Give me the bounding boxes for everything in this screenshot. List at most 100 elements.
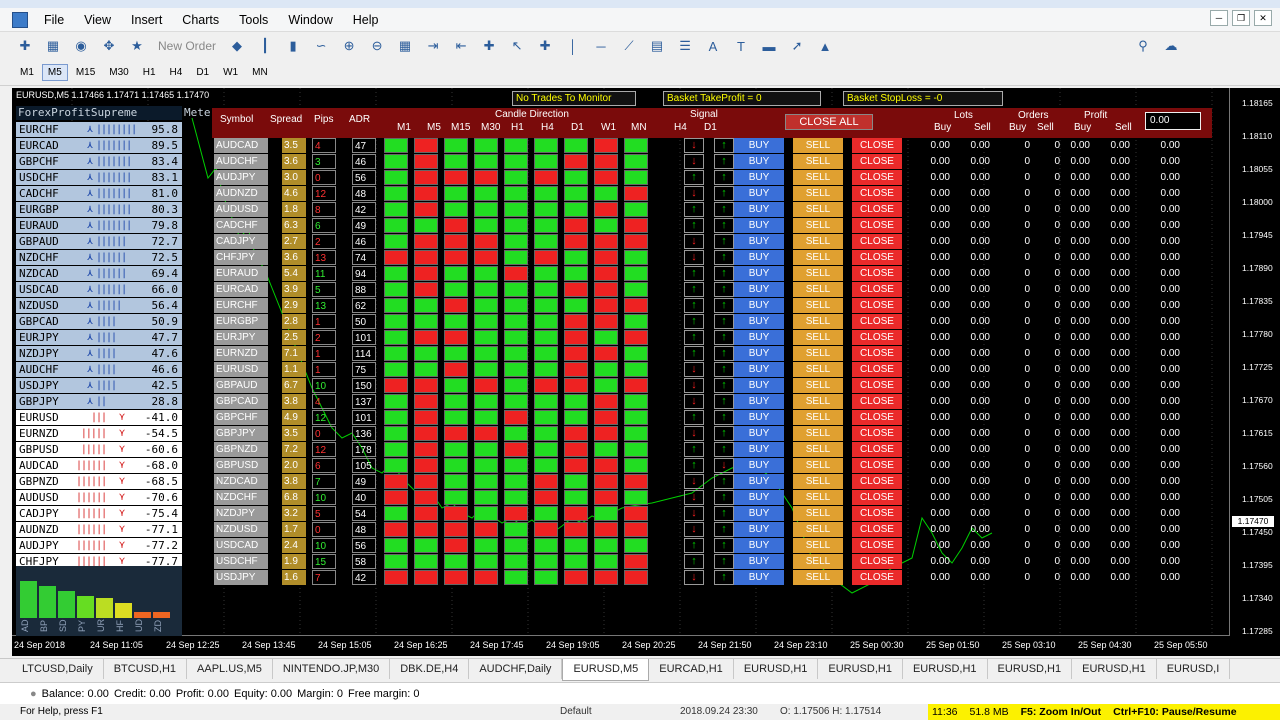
menu-view[interactable]: View [74, 13, 121, 27]
sell-button[interactable]: SELL [793, 266, 843, 281]
chart-tab[interactable]: EURCAD,H1 [649, 659, 734, 679]
row-symbol[interactable]: USDCHF [214, 554, 268, 569]
close-button[interactable]: CLOSE [852, 266, 902, 281]
trendline-icon[interactable]: ⟋ [618, 35, 640, 57]
close-button[interactable]: CLOSE [852, 474, 902, 489]
close-button[interactable]: CLOSE [852, 554, 902, 569]
tf-mn[interactable]: MN [246, 64, 274, 81]
sell-button[interactable]: SELL [793, 346, 843, 361]
sell-button[interactable]: SELL [793, 234, 843, 249]
row-symbol[interactable]: GBPJPY [214, 426, 268, 441]
triangle-icon[interactable]: ▲ [814, 35, 836, 57]
buy-button[interactable]: BUY [734, 266, 784, 281]
buy-button[interactable]: BUY [734, 250, 784, 265]
bar-chart-icon[interactable]: ┃ [254, 35, 276, 57]
close-button[interactable]: CLOSE [852, 330, 902, 345]
buy-button[interactable]: BUY [734, 506, 784, 521]
close-button[interactable]: CLOSE [852, 394, 902, 409]
sell-button[interactable]: SELL [793, 442, 843, 457]
community-icon[interactable]: ☁ [1160, 35, 1182, 57]
close-button[interactable]: CLOSE [852, 426, 902, 441]
sell-button[interactable]: SELL [793, 314, 843, 329]
row-symbol[interactable]: GBPNZD [214, 442, 268, 457]
buy-button[interactable]: BUY [734, 282, 784, 297]
sell-button[interactable]: SELL [793, 138, 843, 153]
chart-tab[interactable]: DBK.DE,H4 [390, 659, 470, 679]
close-button[interactable]: CLOSE [852, 250, 902, 265]
zoom-out-icon[interactable]: ⊖ [366, 35, 388, 57]
row-symbol[interactable]: GBPAUD [214, 378, 268, 393]
row-symbol[interactable]: EURNZD [214, 346, 268, 361]
buy-button[interactable]: BUY [734, 298, 784, 313]
row-symbol[interactable]: CADJPY [214, 234, 268, 249]
buy-button[interactable]: BUY [734, 538, 784, 553]
row-symbol[interactable]: EURGBP [214, 314, 268, 329]
close-button[interactable]: CLOSE [852, 506, 902, 521]
close-button[interactable]: CLOSE [852, 490, 902, 505]
row-symbol[interactable]: USDCAD [214, 538, 268, 553]
menu-insert[interactable]: Insert [121, 13, 172, 27]
row-symbol[interactable]: EURJPY [214, 330, 268, 345]
price-axis[interactable]: 1.18165 1.18110 1.18055 1.18000 1.17945 1.178… [1232, 88, 1280, 656]
chart-tab[interactable]: NINTENDO.JP,M30 [273, 659, 391, 679]
sell-button[interactable]: SELL [793, 426, 843, 441]
chart-tab[interactable]: EURUSD,I [1157, 659, 1231, 679]
buy-button[interactable]: BUY [734, 218, 784, 233]
menu-charts[interactable]: Charts [172, 13, 229, 27]
row-symbol[interactable]: AUDUSD [214, 202, 268, 217]
horizontal-line-icon[interactable]: ─ [590, 35, 612, 57]
tf-m30[interactable]: M30 [103, 64, 134, 81]
sell-button[interactable]: SELL [793, 570, 843, 585]
lot-size-input[interactable]: 0.00 [1145, 112, 1201, 130]
row-symbol[interactable]: AUDCHF [214, 154, 268, 169]
close-button[interactable]: CLOSE [852, 362, 902, 377]
buy-button[interactable]: BUY [734, 378, 784, 393]
navigator-icon[interactable]: ✥ [98, 35, 120, 57]
buy-button[interactable]: BUY [734, 170, 784, 185]
close-button[interactable]: CLOSE [852, 138, 902, 153]
sell-button[interactable]: SELL [793, 394, 843, 409]
sell-button[interactable]: SELL [793, 522, 843, 537]
new-order-button[interactable]: New Order [154, 39, 220, 53]
menu-window[interactable]: Window [278, 13, 342, 27]
sell-button[interactable]: SELL [793, 330, 843, 345]
fibonacci-icon[interactable]: ☰ [674, 35, 696, 57]
close-button[interactable]: CLOSE [852, 234, 902, 249]
channel-icon[interactable]: ▤ [646, 35, 668, 57]
tf-m15[interactable]: M15 [70, 64, 101, 81]
close-button[interactable]: CLOSE [852, 522, 902, 537]
row-symbol[interactable]: GBPCHF [214, 410, 268, 425]
new-chart-icon[interactable]: ✚ [14, 35, 36, 57]
row-symbol[interactable]: EURUSD [214, 362, 268, 377]
search-icon[interactable]: ⚲ [1132, 35, 1154, 57]
buy-button[interactable]: BUY [734, 362, 784, 377]
buy-button[interactable]: BUY [734, 202, 784, 217]
close-button[interactable]: CLOSE [852, 314, 902, 329]
buy-button[interactable]: BUY [734, 186, 784, 201]
sell-button[interactable]: SELL [793, 202, 843, 217]
menu-help[interactable]: Help [343, 13, 389, 27]
close-button[interactable]: CLOSE [852, 570, 902, 585]
chart-tab[interactable]: EURUSD,M5 [562, 659, 650, 681]
zoom-in-icon[interactable]: ⊕ [338, 35, 360, 57]
restore-icon[interactable]: ❐ [1232, 10, 1250, 26]
buy-button[interactable]: BUY [734, 474, 784, 489]
close-icon[interactable]: ✕ [1254, 10, 1272, 26]
buy-button[interactable]: BUY [734, 410, 784, 425]
row-symbol[interactable]: AUDNZD [214, 186, 268, 201]
chart-tab[interactable]: EURUSD,H1 [988, 659, 1073, 679]
chart-shift-icon[interactable]: ⇤ [450, 35, 472, 57]
row-symbol[interactable]: NZDCHF [214, 490, 268, 505]
sell-button[interactable]: SELL [793, 186, 843, 201]
chart-tab[interactable]: EURUSD,H1 [818, 659, 903, 679]
buy-button[interactable]: BUY [734, 314, 784, 329]
buy-button[interactable]: BUY [734, 554, 784, 569]
close-button[interactable]: CLOSE [852, 346, 902, 361]
text-icon[interactable]: A [702, 35, 724, 57]
sell-button[interactable]: SELL [793, 378, 843, 393]
crosshair-icon[interactable]: ✚ [534, 35, 556, 57]
row-symbol[interactable]: EURCHF [214, 298, 268, 313]
sell-button[interactable]: SELL [793, 298, 843, 313]
tf-h1[interactable]: H1 [137, 64, 162, 81]
sell-button[interactable]: SELL [793, 250, 843, 265]
